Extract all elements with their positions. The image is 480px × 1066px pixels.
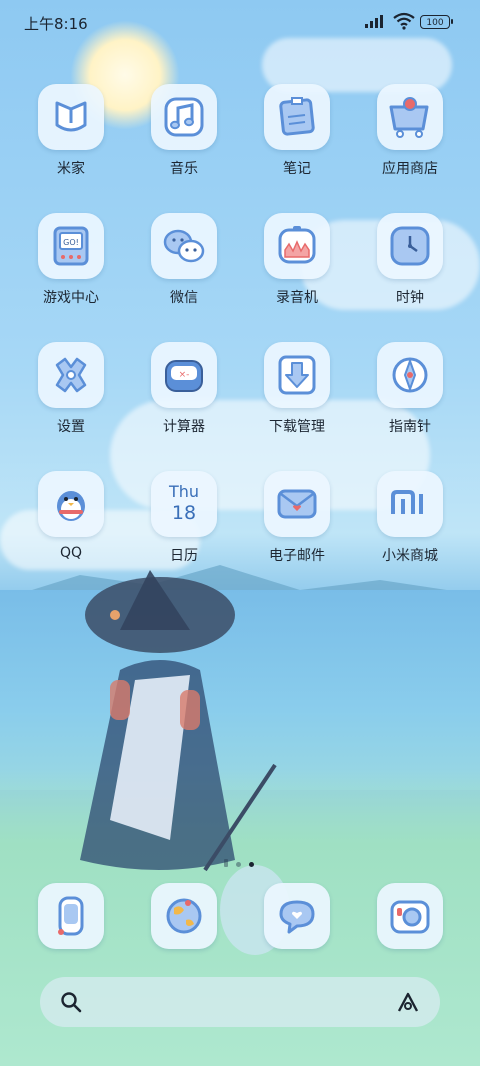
app-recorder[interactable]: 录音机	[247, 213, 347, 307]
app-music[interactable]: 音乐	[134, 84, 234, 178]
app-label: 下载管理	[269, 419, 325, 435]
page-dot-active[interactable]	[249, 862, 254, 867]
app-label: 设置	[57, 419, 85, 435]
app-label: QQ	[59, 545, 83, 561]
status-time: 上午8:16	[24, 15, 88, 33]
page-dot[interactable]	[236, 862, 241, 867]
game-center-icon-text: GO!	[63, 238, 79, 247]
calendar-day: Thu	[168, 482, 200, 501]
wechat-icon	[163, 229, 205, 263]
browser-icon	[166, 898, 202, 934]
app-label: 音乐	[170, 161, 198, 177]
app-download-manager[interactable]: 下载管理	[247, 342, 347, 436]
app-label: 微信	[170, 290, 198, 306]
download-icon	[278, 355, 316, 395]
page-indicator[interactable]	[220, 852, 258, 871]
calendar-date: 18	[171, 502, 197, 524]
app-email[interactable]: 电子邮件	[247, 471, 347, 565]
app-label: 指南针	[389, 419, 431, 435]
home-screen: 上午8:16 100 米家 音乐 笔记 应用商店 GO! 游戏中心 微信 录音机…	[0, 0, 480, 1066]
app-store-icon	[389, 97, 429, 138]
battery-icon: 100	[420, 15, 453, 29]
app-label: 电子邮件	[269, 548, 325, 564]
compass-icon	[392, 357, 428, 393]
search-bar[interactable]	[40, 977, 440, 1027]
messages-icon	[279, 900, 315, 934]
app-compass[interactable]: 指南针	[360, 342, 460, 436]
qq-icon	[57, 491, 85, 521]
dock-phone[interactable]	[21, 883, 121, 949]
recorder-icon	[278, 226, 316, 264]
app-calendar[interactable]: Thu 18 日历	[134, 471, 234, 565]
assistant-icon[interactable]	[396, 991, 420, 1013]
app-label: 应用商店	[382, 161, 438, 177]
status-bar: 上午8:16 100	[0, 0, 480, 44]
app-notes[interactable]: 笔记	[247, 84, 347, 178]
game-center-icon: GO!	[53, 226, 89, 266]
app-label: 小米商城	[382, 548, 438, 564]
mi-home-icon	[55, 101, 87, 132]
app-clock[interactable]: 时钟	[360, 213, 460, 307]
app-label: 游戏中心	[43, 290, 99, 306]
dock-camera[interactable]	[360, 883, 460, 949]
battery-level: 100	[426, 18, 444, 28]
app-label: 笔记	[283, 161, 311, 177]
app-qq[interactable]: QQ	[21, 471, 121, 561]
mi-store-icon	[391, 490, 423, 514]
app-app-store[interactable]: 应用商店	[360, 84, 460, 178]
notes-icon	[279, 97, 315, 136]
svg-text:×-: ×-	[179, 370, 190, 380]
app-label: 计算器	[163, 419, 205, 435]
mail-icon	[277, 489, 317, 519]
camera-icon	[390, 900, 430, 934]
app-mi-store[interactable]: 小米商城	[360, 471, 460, 565]
wifi-icon	[393, 12, 415, 30]
app-wechat[interactable]: 微信	[134, 213, 234, 307]
app-game-center[interactable]: GO! 游戏中心	[21, 213, 121, 307]
signal-icon	[365, 15, 383, 28]
clock-icon	[390, 226, 430, 266]
app-label: 录音机	[276, 290, 318, 306]
dock-messages[interactable]	[247, 883, 347, 949]
page-dot[interactable]	[224, 859, 228, 867]
dock-browser[interactable]	[134, 883, 234, 949]
calculator-icon: ×-	[165, 360, 203, 392]
music-icon	[164, 97, 204, 137]
app-calculator[interactable]: ×- 计算器	[134, 342, 234, 436]
app-label: 米家	[57, 161, 85, 177]
app-label: 时钟	[396, 290, 424, 306]
app-settings[interactable]: 设置	[21, 342, 121, 436]
search-icon[interactable]	[60, 991, 82, 1013]
app-mi-home[interactable]: 米家	[21, 84, 121, 178]
app-label: 日历	[170, 548, 198, 564]
phone-icon	[58, 896, 84, 936]
settings-icon	[55, 357, 87, 393]
